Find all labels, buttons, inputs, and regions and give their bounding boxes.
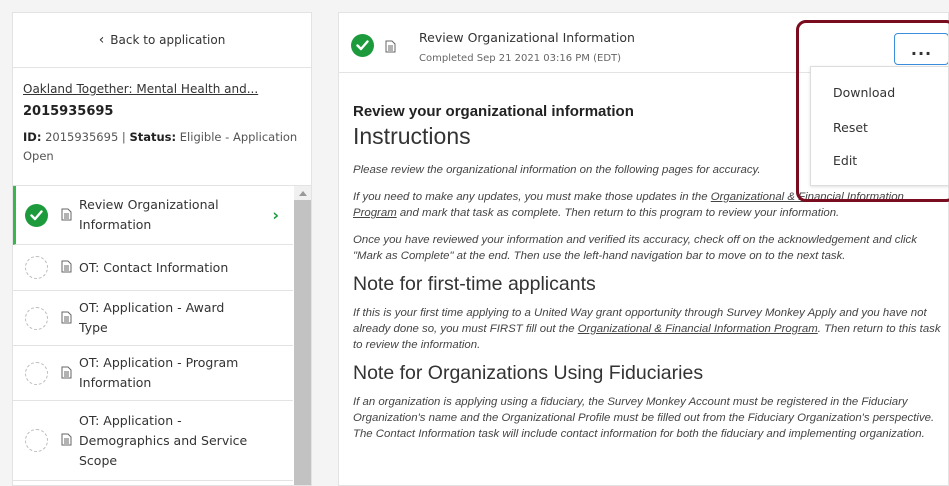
- task-label: OT: Application - Demographics and Servi…: [79, 412, 248, 468]
- first-time-heading: Note for first-time applicants: [353, 273, 596, 295]
- empty-circle-icon: [25, 256, 48, 279]
- task-list-scrollbar[interactable]: [294, 186, 311, 485]
- text-segment: If you need to make any updates, you mus…: [353, 191, 711, 203]
- application-name-link[interactable]: Oakland Together: Mental Health and...: [23, 82, 301, 96]
- sidebar: ‹ Back to application Oakland Together: …: [12, 12, 312, 486]
- id-value: 2015935695: [45, 130, 119, 144]
- application-meta: ID: 2015935695 | Status: Eligible - Appl…: [23, 130, 298, 163]
- document-icon: [385, 38, 396, 57]
- task-title: Review Organizational Information: [419, 30, 635, 45]
- task-list: Review Organizational Information › OT: …: [13, 186, 293, 481]
- application-info: Oakland Together: Mental Health and... 2…: [13, 68, 311, 186]
- document-icon: [61, 364, 73, 383]
- id-label: ID:: [23, 130, 42, 144]
- paragraph-fiduciaries: If an organization is applying using a f…: [353, 396, 935, 440]
- document-icon: [61, 431, 73, 450]
- paragraph-mark-complete: Once you have reviewed your information …: [353, 234, 917, 262]
- chevron-left-icon: ‹: [98, 32, 105, 48]
- org-financial-program-link[interactable]: Organizational & Financial Information P…: [578, 323, 818, 335]
- task-item-demographics-service-scope[interactable]: OT: Application - Demographics and Servi…: [13, 401, 293, 481]
- task-item-program-information[interactable]: OT: Application - Program Information: [13, 346, 293, 401]
- check-circle-icon: [25, 203, 48, 227]
- completed-timestamp: Completed Sep 21 2021 03:16 PM (EDT): [419, 53, 622, 64]
- check-circle-icon: [351, 34, 374, 57]
- paragraph-first-time: If this is your first time applying to a…: [353, 305, 948, 353]
- chevron-right-icon: ›: [272, 205, 279, 225]
- task-label: OT: Contact Information: [79, 259, 229, 275]
- application-number: 2015935695: [23, 104, 114, 119]
- status-label: Status:: [129, 130, 177, 144]
- task-label: OT: Application - Award Type: [79, 300, 225, 335]
- back-to-application-link[interactable]: ‹ Back to application: [13, 13, 311, 68]
- task-item-contact-information[interactable]: OT: Contact Information: [13, 245, 293, 291]
- fiduciaries-heading: Note for Organizations Using Fiduciaries: [353, 362, 704, 384]
- task-label: OT: Application - Program Information: [79, 355, 239, 390]
- document-icon: [61, 258, 73, 277]
- document-icon: [61, 206, 73, 225]
- text-segment: and mark that task as complete. Then ret…: [396, 207, 840, 219]
- empty-circle-icon: [25, 429, 48, 452]
- task-item-review-organizational-information[interactable]: Review Organizational Information ›: [13, 186, 293, 245]
- document-icon: [61, 309, 73, 328]
- empty-circle-icon: [25, 361, 48, 385]
- back-label: Back to application: [110, 33, 226, 47]
- task-item-award-type[interactable]: OT: Application - Award Type: [13, 291, 293, 346]
- task-label: Review Organizational Information: [79, 197, 219, 232]
- highlight-annotation-box: [796, 20, 949, 202]
- empty-circle-icon: [25, 306, 48, 330]
- scroll-up-arrow-icon[interactable]: [294, 186, 311, 200]
